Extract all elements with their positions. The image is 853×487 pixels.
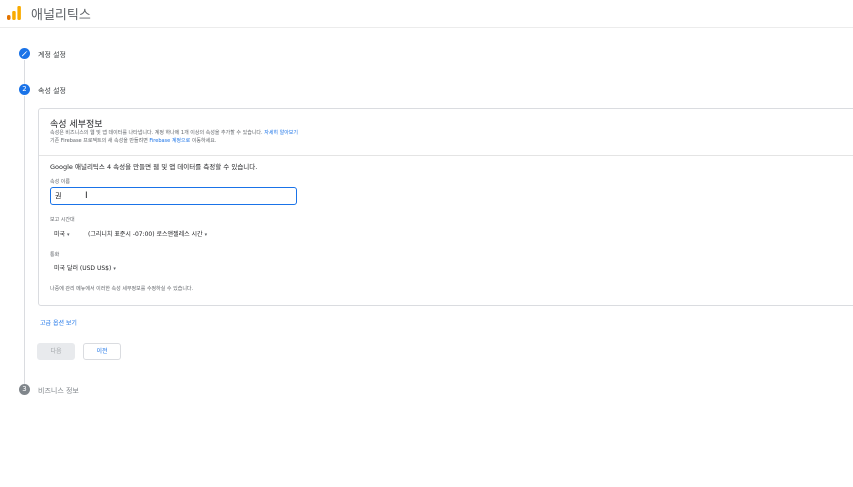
dropdown-caret-icon: ▾ bbox=[204, 232, 208, 238]
step-1-done-icon[interactable] bbox=[19, 48, 30, 59]
top-bar: 애널리틱스 bbox=[0, 0, 853, 28]
desc-line-1: 속성은 비즈니스의 웹 및 앱 데이터를 나타냅니다. 계정 하나에 1개 이상… bbox=[50, 130, 263, 136]
property-name-label: 속성 이름 bbox=[50, 179, 70, 185]
step-2-active-indicator: 2 bbox=[19, 84, 30, 95]
property-details-card: 속성 세부정보 속성은 비즈니스의 웹 및 앱 데이터를 나타냅니다. 계정 하… bbox=[38, 108, 853, 306]
desc-line-2a: 기존 Firebase 프로젝트의 새 속성을 만들려면 bbox=[50, 138, 148, 144]
step-1-label[interactable]: 계정 설정 bbox=[38, 50, 66, 60]
currency-label: 통화 bbox=[50, 252, 60, 258]
card-description: 속성은 비즈니스의 웹 및 앱 데이터를 나타냅니다. 계정 하나에 1개 이상… bbox=[50, 129, 298, 145]
timezone-country-select[interactable]: 미국 ▾ bbox=[54, 229, 70, 238]
property-name-input[interactable]: 권 I bbox=[50, 187, 297, 205]
currency-value: 미국 달러 (USD US$) bbox=[54, 265, 112, 272]
next-button[interactable]: 다음 bbox=[37, 343, 75, 360]
dropdown-caret-icon: ▾ bbox=[113, 266, 116, 272]
intro-text: Google 애널리틱스 4 속성을 만들면 웹 및 앱 데이터를 측정할 수 … bbox=[50, 163, 258, 171]
step-3-label: 비즈니스 정보 bbox=[38, 387, 79, 395]
step-2-label: 속성 설정 bbox=[38, 87, 66, 95]
learn-more-link[interactable]: 자세히 알아보기 bbox=[264, 130, 298, 136]
stepper-line bbox=[24, 60, 25, 84]
step-3-pending-indicator: 3 bbox=[19, 384, 30, 395]
app-title: 애널리틱스 bbox=[31, 8, 91, 23]
previous-button[interactable]: 이전 bbox=[83, 343, 121, 360]
timezone-select[interactable]: (그리니치 표준시 -07:00) 로스앤젤레스 시간 ▾ bbox=[88, 229, 207, 238]
stepper-line bbox=[24, 96, 25, 384]
advanced-options-link[interactable]: 고급 옵션 보기 bbox=[40, 318, 77, 327]
desc-line-2b: 이동하세요. bbox=[191, 138, 217, 144]
timezone-value: (그리니치 표준시 -07:00) 로스앤젤레스 시간 bbox=[88, 231, 203, 238]
timezone-label: 보고 시간대 bbox=[50, 217, 75, 223]
analytics-logo-icon bbox=[7, 6, 21, 20]
card-header: 속성 세부정보 속성은 비즈니스의 웹 및 앱 데이터를 나타냅니다. 계정 하… bbox=[39, 109, 853, 156]
text-cursor-icon: I bbox=[85, 191, 88, 201]
currency-select[interactable]: 미국 달러 (USD US$) ▾ bbox=[54, 263, 116, 272]
dropdown-caret-icon: ▾ bbox=[67, 232, 70, 238]
firebase-account-link[interactable]: Firebase 계정으로 bbox=[149, 138, 190, 144]
timezone-country-value: 미국 bbox=[54, 231, 66, 238]
property-name-value: 권 bbox=[55, 192, 62, 200]
edit-later-note: 나중에 관리 메뉴에서 이러한 속성 세부정보를 수정하실 수 있습니다. bbox=[50, 286, 194, 292]
